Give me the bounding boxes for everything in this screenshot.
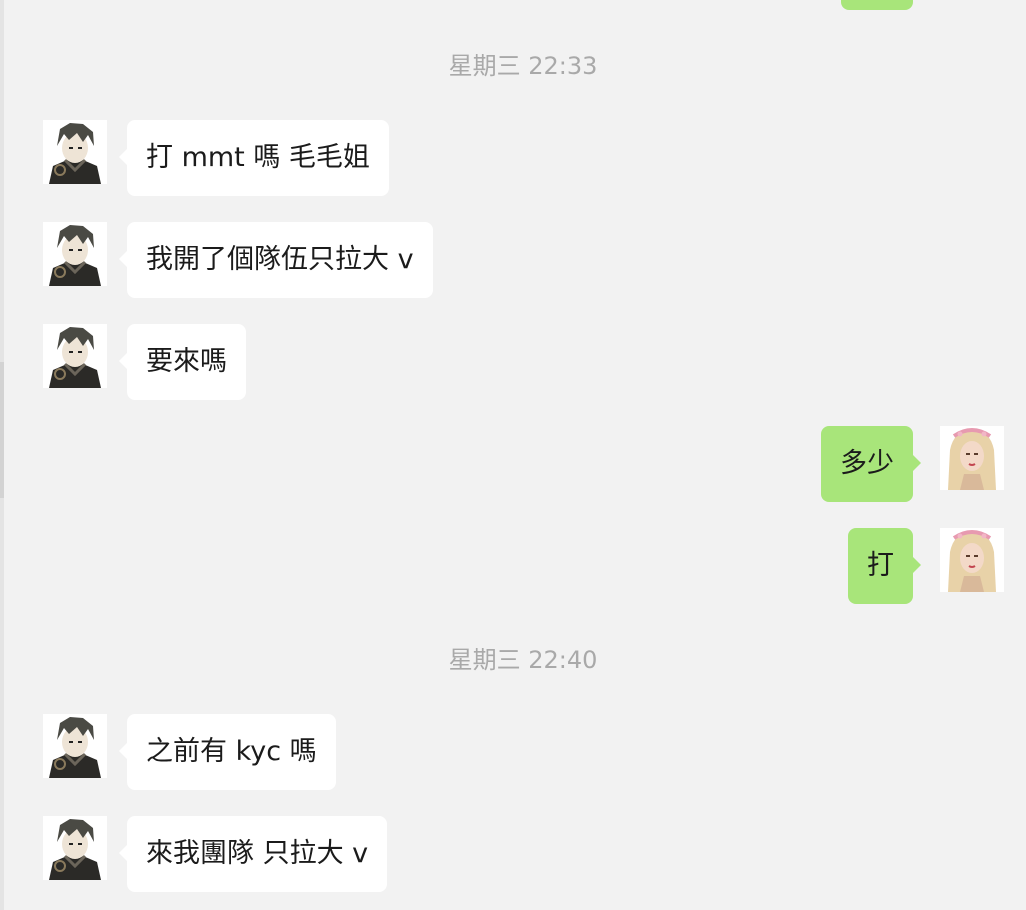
message-bubble[interactable]: 多少 xyxy=(821,426,921,502)
message-bubble[interactable]: 之前有 kyc 嗎 xyxy=(119,714,336,790)
timestamp: 星期三 22:40 xyxy=(448,646,598,674)
message-bubble[interactable]: 我開了個隊伍只拉大 v xyxy=(119,222,433,298)
message-bubble[interactable]: 打 xyxy=(848,528,921,604)
sender-avatar[interactable] xyxy=(43,714,107,778)
anime-boy-avatar-icon xyxy=(43,222,107,286)
sender-avatar[interactable] xyxy=(43,120,107,184)
anime-boy-avatar-icon xyxy=(43,324,107,388)
self-avatar[interactable] xyxy=(940,426,1004,490)
anime-boy-avatar-icon xyxy=(43,120,107,184)
timestamp: 星期三 22:33 xyxy=(448,52,598,80)
message-bubble[interactable]: 要來嗎 xyxy=(119,324,246,400)
anime-boy-avatar-icon xyxy=(43,714,107,778)
sender-avatar[interactable] xyxy=(43,324,107,388)
sender-avatar[interactable] xyxy=(43,816,107,880)
sender-avatar[interactable] xyxy=(43,222,107,286)
blonde-woman-avatar-icon xyxy=(940,426,1004,490)
message-bubble[interactable]: 來我團隊 只拉大 v xyxy=(118,816,388,892)
scrollbar-thumb[interactable] xyxy=(0,362,4,498)
self-avatar[interactable] xyxy=(940,528,1004,592)
message-bubble[interactable]: 打 mmt 嗎 毛毛姐 xyxy=(119,120,389,196)
anime-boy-avatar-icon xyxy=(43,816,107,880)
blonde-woman-avatar-icon xyxy=(940,528,1004,592)
outgoing-bubble-partial[interactable] xyxy=(841,0,913,10)
